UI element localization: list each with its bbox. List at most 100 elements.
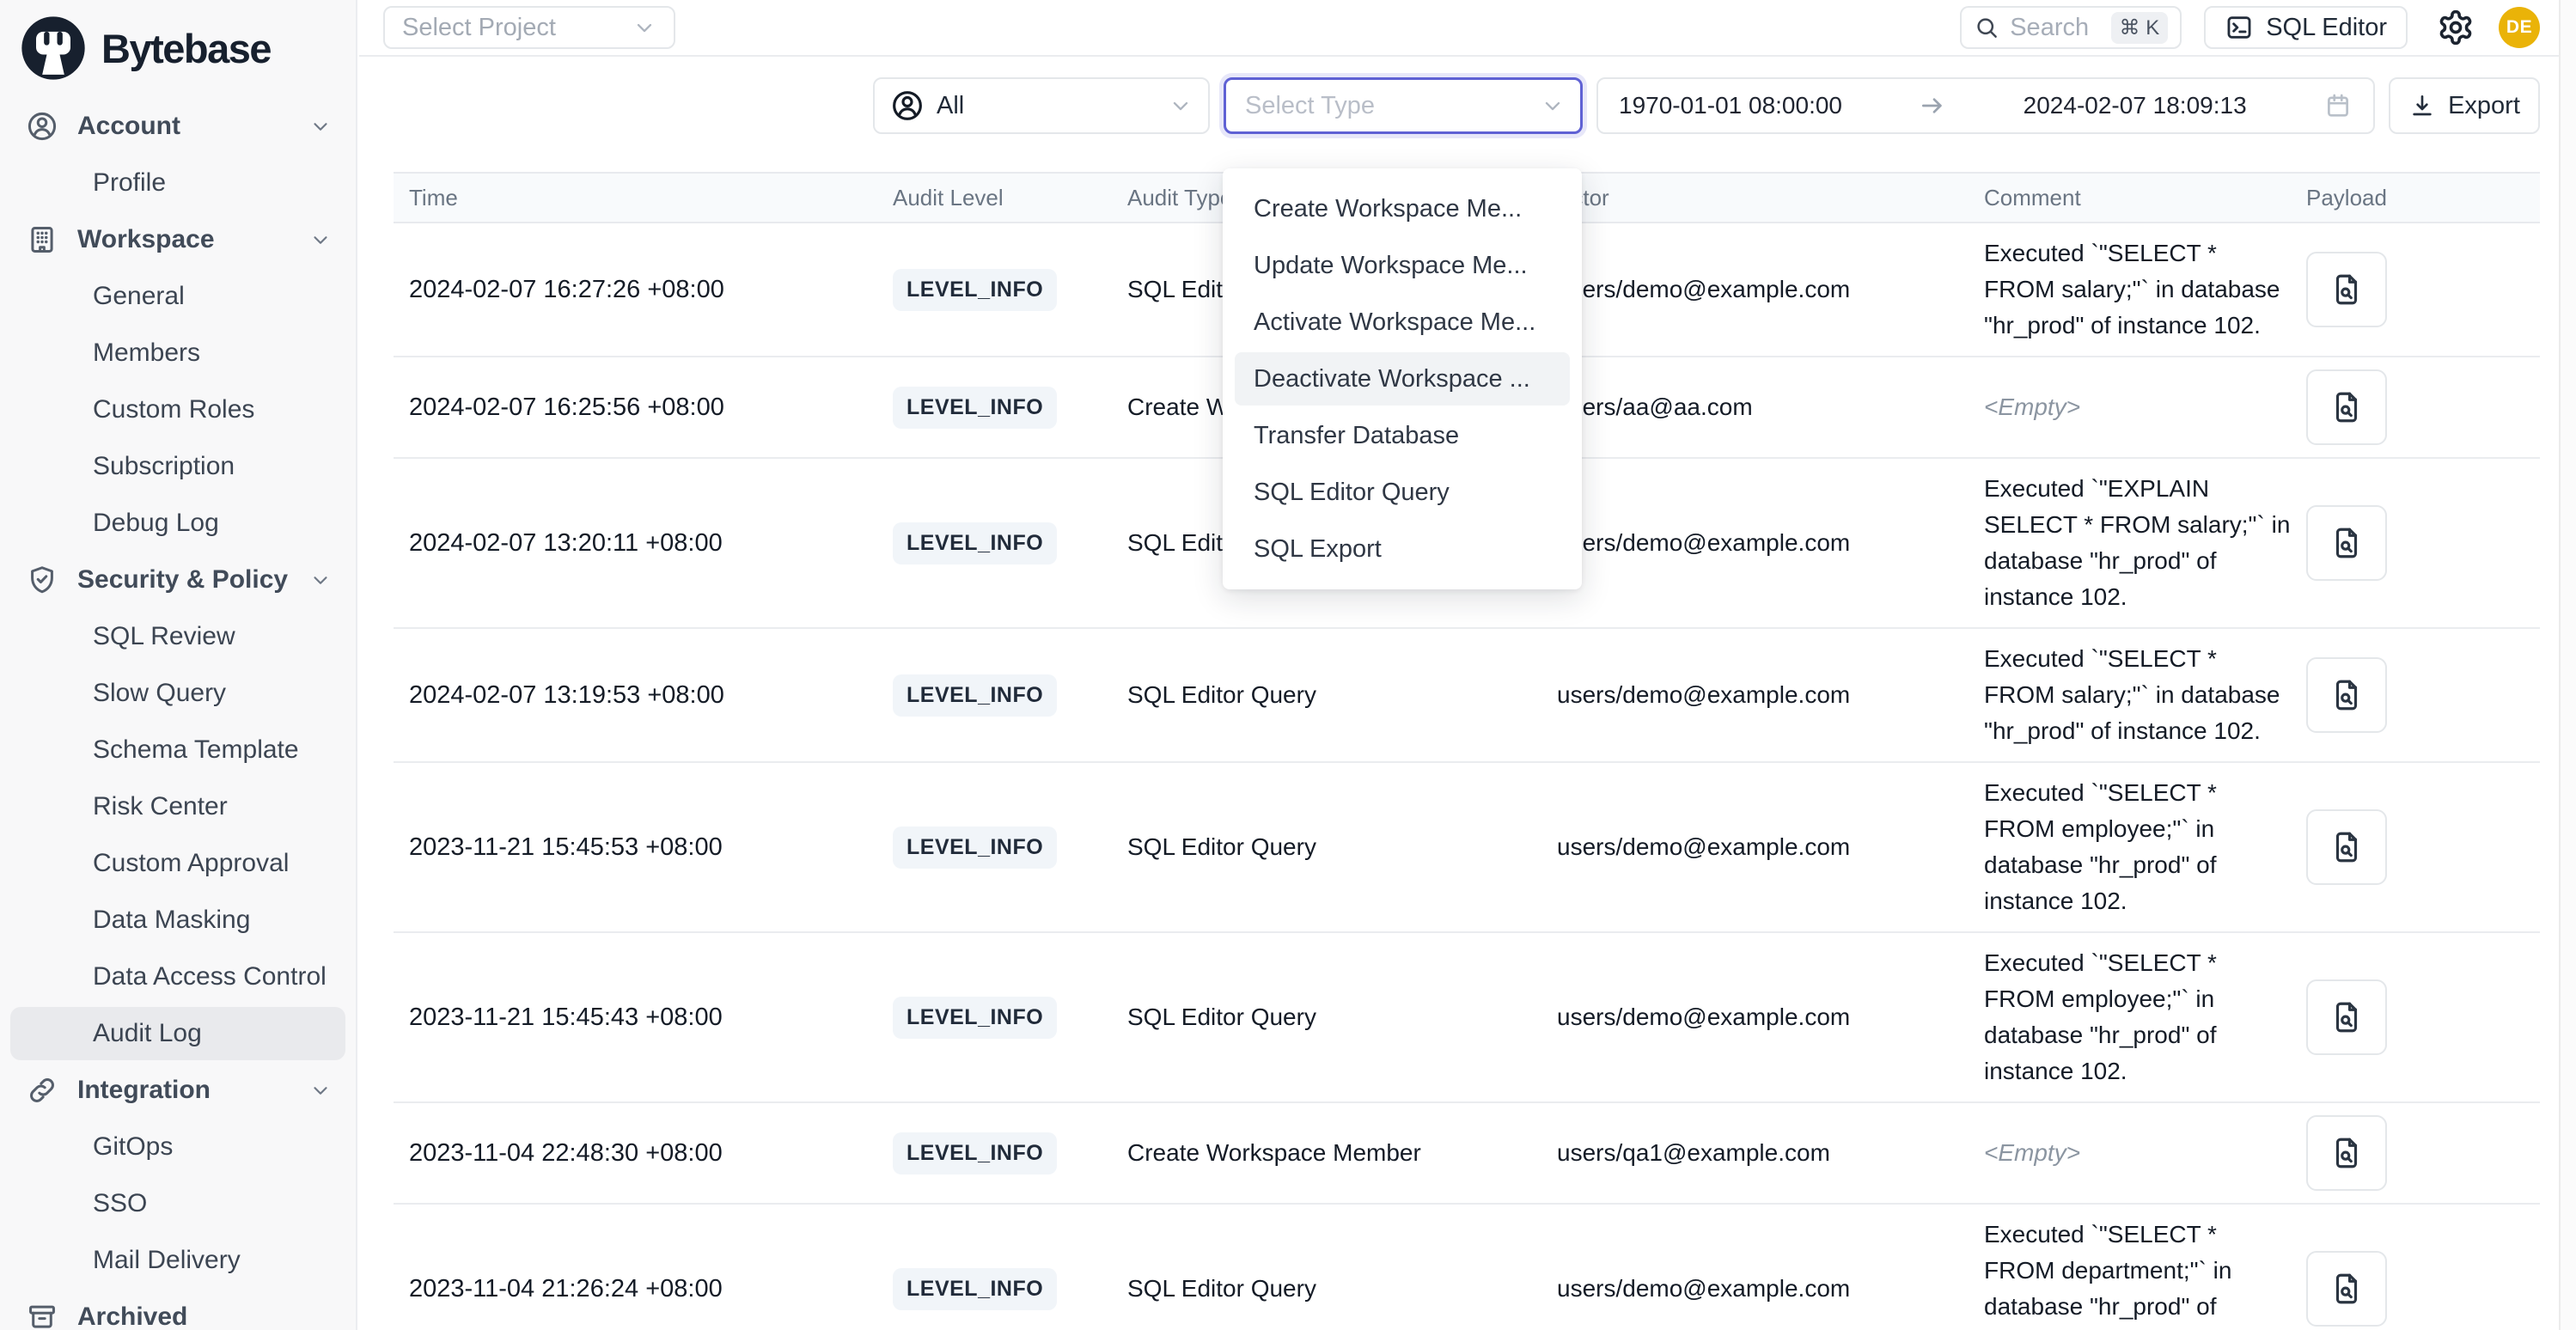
file-search-icon [2329,525,2365,561]
cell-comment: Executed `"SELECT * FROM department;"` i… [1970,1217,2292,1330]
column-header-audit-level: Audit Level [879,185,1114,211]
cell-audit-type: SQL Editor Query [1114,833,1543,861]
menu-item-update-workspace-me[interactable]: Update Workspace Me... [1235,239,1570,292]
sidebar-item-profile[interactable]: Profile [10,156,345,210]
audit-level-badge: LEVEL_INFO [893,269,1057,311]
cell-time: 2023-11-04 21:26:24 +08:00 [394,1275,879,1303]
sidebar-item-integration[interactable]: Integration [10,1064,345,1117]
search-input[interactable]: Search ⌘ K [1960,6,2182,49]
payload-view-button[interactable] [2306,1115,2387,1191]
type-filter-menu: Create Workspace Me...Update Workspace M… [1223,168,1582,589]
column-header-actor: Actor [1543,185,1970,211]
sidebar-item-sso[interactable]: SSO [10,1177,345,1230]
sidebar-item-slow-query[interactable]: Slow Query [10,667,345,720]
sidebar-item-data-masking[interactable]: Data Masking [10,894,345,947]
avatar[interactable]: DE [2499,7,2540,48]
menu-item-sql-export[interactable]: SQL Export [1235,522,1570,576]
cell-actor: users/aa@aa.com [1543,394,1970,421]
cell-time: 2023-11-04 22:48:30 +08:00 [394,1139,879,1168]
sidebar-item-archived[interactable]: Archived [10,1290,345,1330]
sidebar-item-general[interactable]: General [10,270,345,323]
payload-view-button[interactable] [2306,657,2387,733]
payload-view-button[interactable] [2306,369,2387,445]
calendar-icon [2323,91,2353,120]
sidebar-item-sql-review[interactable]: SQL Review [10,610,345,663]
sidebar-item-gitops[interactable]: GitOps [10,1120,345,1174]
sidebar-item-audit-log[interactable]: Audit Log [10,1007,345,1060]
payload-view-button[interactable] [2306,505,2387,581]
column-header-payload: Payload [2292,185,2540,211]
cell-comment: Executed `"SELECT * FROM salary;"` in da… [1970,235,2292,344]
cell-time: 2024-02-07 13:20:11 +08:00 [394,529,879,558]
sql-editor-button[interactable]: SQL Editor [2204,6,2408,49]
audit-level-badge: LEVEL_INFO [893,522,1057,564]
audit-level-badge: LEVEL_INFO [893,1132,1057,1174]
table-row: 2023-11-04 22:48:30 +08:00LEVEL_INFOCrea… [394,1103,2540,1205]
date-range-picker[interactable]: 1970-01-01 08:00:00 2024-02-07 18:09:13 [1596,77,2375,134]
payload-view-button[interactable] [2306,979,2387,1055]
table-row: 2023-11-21 15:45:53 +08:00LEVEL_INFOSQL … [394,763,2540,933]
table-row: 2024-02-07 13:19:53 +08:00LEVEL_INFOSQL … [394,629,2540,763]
arrow-right-icon [1919,92,1946,119]
payload-view-button[interactable] [2306,1251,2387,1327]
column-header-comment: Comment [1970,180,2292,216]
link-icon [26,1074,58,1107]
chevron-down-icon [309,1079,332,1101]
menu-item-transfer-database[interactable]: Transfer Database [1235,409,1570,462]
date-to-value: 2024-02-07 18:09:13 [2024,92,2247,119]
audit-level-badge: LEVEL_INFO [893,674,1057,717]
menu-item-sql-editor-query[interactable]: SQL Editor Query [1235,466,1570,519]
building-icon [26,223,58,256]
sidebar-item-debug-log[interactable]: Debug Log [10,497,345,550]
sidebar-item-schema-template[interactable]: Schema Template [10,723,345,777]
sidebar-item-custom-roles[interactable]: Custom Roles [10,383,345,436]
bytebase-logo-icon [19,14,88,82]
user-circle-icon [890,88,925,123]
sidebar-item-account[interactable]: Account [10,100,345,153]
chevron-down-icon [309,569,332,591]
sidebar-item-data-access-control[interactable]: Data Access Control [10,950,345,1004]
page-scrollbar[interactable] [2559,0,2576,1330]
cell-actor: users/demo@example.com [1543,833,1970,861]
cell-audit-type: SQL Editor Query [1114,1275,1543,1303]
brand[interactable]: Bytebase [0,0,356,93]
file-search-icon [2329,1135,2365,1171]
actor-filter-select[interactable]: All [873,77,1210,134]
cell-comment: Executed `"SELECT * FROM employee;"` in … [1970,775,2292,919]
sidebar-item-custom-approval[interactable]: Custom Approval [10,837,345,890]
export-button[interactable]: Export [2389,77,2540,134]
file-search-icon [2329,677,2365,713]
sidebar-item-security-policy[interactable]: Security & Policy [10,553,345,607]
search-shortcut-badge: ⌘ K [2111,12,2169,44]
cell-audit-type: SQL Editor Query [1114,681,1543,709]
sidebar-item-mail-delivery[interactable]: Mail Delivery [10,1234,345,1287]
project-select[interactable]: Select Project [383,6,675,49]
type-filter-select[interactable]: Select Type [1224,77,1583,134]
sidebar-item-risk-center[interactable]: Risk Center [10,780,345,833]
cell-comment: Executed `"EXPLAIN SELECT * FROM salary;… [1970,471,2292,615]
sidebar-item-subscription[interactable]: Subscription [10,440,345,493]
cell-comment: Executed `"SELECT * FROM salary;"` in da… [1970,641,2292,749]
project-select-placeholder: Select Project [402,14,556,42]
menu-item-create-workspace-me[interactable]: Create Workspace Me... [1235,182,1570,235]
chevron-down-icon [1169,94,1193,118]
sidebar-item-members[interactable]: Members [10,326,345,380]
cell-comment: <Empty> [1970,389,2292,425]
sidebar-item-workspace[interactable]: Workspace [10,213,345,266]
audit-level-badge: LEVEL_INFO [893,1268,1057,1310]
payload-view-button[interactable] [2306,252,2387,327]
cell-actor: users/demo@example.com [1543,681,1970,709]
audit-level-badge: LEVEL_INFO [893,997,1057,1039]
user-circle-icon [26,110,58,143]
payload-view-button[interactable] [2306,809,2387,885]
file-search-icon [2329,829,2365,865]
topbar: Select Project Search ⌘ K SQL Editor DE [359,0,2576,57]
menu-item-deactivate-workspace[interactable]: Deactivate Workspace ... [1235,352,1570,406]
menu-item-activate-workspace-me[interactable]: Activate Workspace Me... [1235,296,1570,349]
cell-time: 2023-11-21 15:45:43 +08:00 [394,1004,879,1032]
brand-name: Bytebase [101,25,271,72]
cell-actor: users/demo@example.com [1543,276,1970,303]
chevron-down-icon [309,229,332,251]
file-search-icon [2329,271,2365,308]
gear-icon[interactable] [2437,9,2475,46]
